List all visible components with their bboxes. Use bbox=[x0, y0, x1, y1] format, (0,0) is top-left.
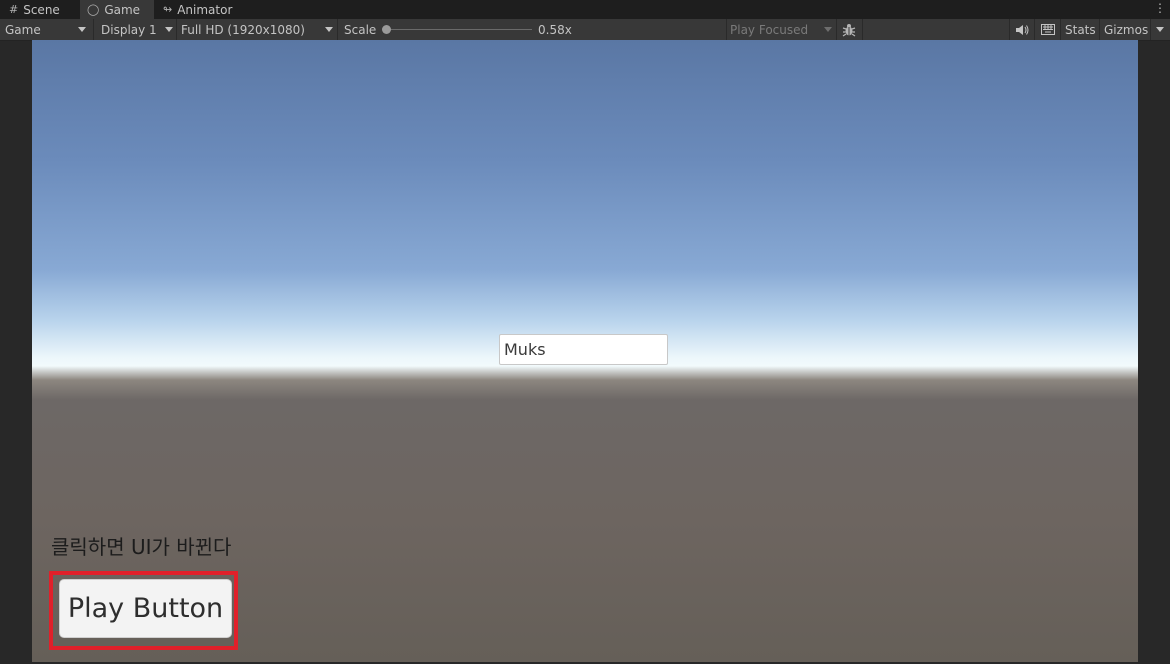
chevron-down-icon bbox=[824, 27, 832, 32]
stats-button[interactable]: Stats bbox=[1065, 19, 1096, 40]
divider bbox=[93, 19, 94, 40]
divider bbox=[836, 19, 837, 40]
gizmos-label: Gizmos bbox=[1104, 22, 1149, 37]
scale-value: 0.58x bbox=[538, 19, 572, 40]
view-mode-dropdown[interactable]: Game bbox=[5, 19, 41, 40]
keyboard-icon[interactable] bbox=[1041, 19, 1055, 40]
chevron-down-icon bbox=[325, 27, 333, 32]
scale-text: Scale bbox=[344, 22, 377, 37]
divider bbox=[862, 19, 863, 40]
chevron-down-icon[interactable] bbox=[1156, 27, 1164, 32]
grid-icon: # bbox=[9, 3, 19, 16]
divider bbox=[176, 19, 177, 40]
game-viewport[interactable]: Muks 클릭하면 UI가 바뀐다 Play Button bbox=[32, 40, 1138, 662]
tab-scene[interactable]: # Scene bbox=[0, 0, 80, 19]
scale-slider-handle[interactable] bbox=[382, 25, 391, 34]
tab-label: Animator bbox=[177, 2, 233, 17]
play-button[interactable]: Play Button bbox=[60, 580, 231, 637]
play-mode-dropdown[interactable]: Play Focused bbox=[730, 19, 808, 40]
divider bbox=[1099, 19, 1100, 40]
tab-label: Scene bbox=[23, 2, 60, 17]
divider bbox=[1150, 19, 1151, 40]
divider bbox=[1060, 19, 1061, 40]
tab-game[interactable]: ◯ Game bbox=[80, 0, 154, 19]
resolution-label: Full HD (1920x1080) bbox=[181, 22, 305, 37]
editor-tab-bar: # Scene ◯ Game ↬ Animator ⋮ bbox=[0, 0, 1170, 19]
instruction-text: 클릭하면 UI가 바뀐다 bbox=[51, 535, 232, 559]
display-label: Display 1 bbox=[101, 22, 157, 37]
gamepad-icon: ◯ bbox=[87, 3, 100, 16]
divider bbox=[337, 19, 338, 40]
gizmos-button[interactable]: Gizmos bbox=[1104, 19, 1148, 40]
resolution-dropdown[interactable]: Full HD (1920x1080) bbox=[181, 19, 305, 40]
game-view-toolbar: Game Display 1 Full HD (1920x1080) Scale… bbox=[0, 19, 1170, 41]
chevron-down-icon bbox=[78, 27, 86, 32]
tab-label: Game bbox=[104, 2, 141, 17]
view-mode-label: Game bbox=[5, 22, 41, 37]
audio-mute-icon[interactable] bbox=[1015, 19, 1029, 40]
scale-value-text: 0.58x bbox=[538, 22, 572, 37]
divider bbox=[1009, 19, 1010, 40]
scale-label: Scale bbox=[344, 19, 376, 40]
divider bbox=[726, 19, 727, 40]
name-input-field[interactable]: Muks bbox=[499, 334, 668, 365]
debug-bug-icon[interactable] bbox=[842, 19, 856, 40]
chevron-down-icon bbox=[165, 27, 173, 32]
divider bbox=[1034, 19, 1035, 40]
play-mode-label: Play Focused bbox=[730, 22, 809, 37]
tab-animator[interactable]: ↬ Animator bbox=[160, 0, 240, 19]
play-button-label: Play Button bbox=[67, 593, 224, 624]
animator-icon: ↬ bbox=[163, 3, 173, 16]
scale-slider-track[interactable] bbox=[386, 29, 532, 30]
display-dropdown[interactable]: Display 1 bbox=[101, 19, 157, 40]
name-input-value: Muks bbox=[504, 340, 546, 359]
more-options-icon[interactable]: ⋮ bbox=[1154, 1, 1166, 15]
stats-label: Stats bbox=[1065, 22, 1096, 37]
